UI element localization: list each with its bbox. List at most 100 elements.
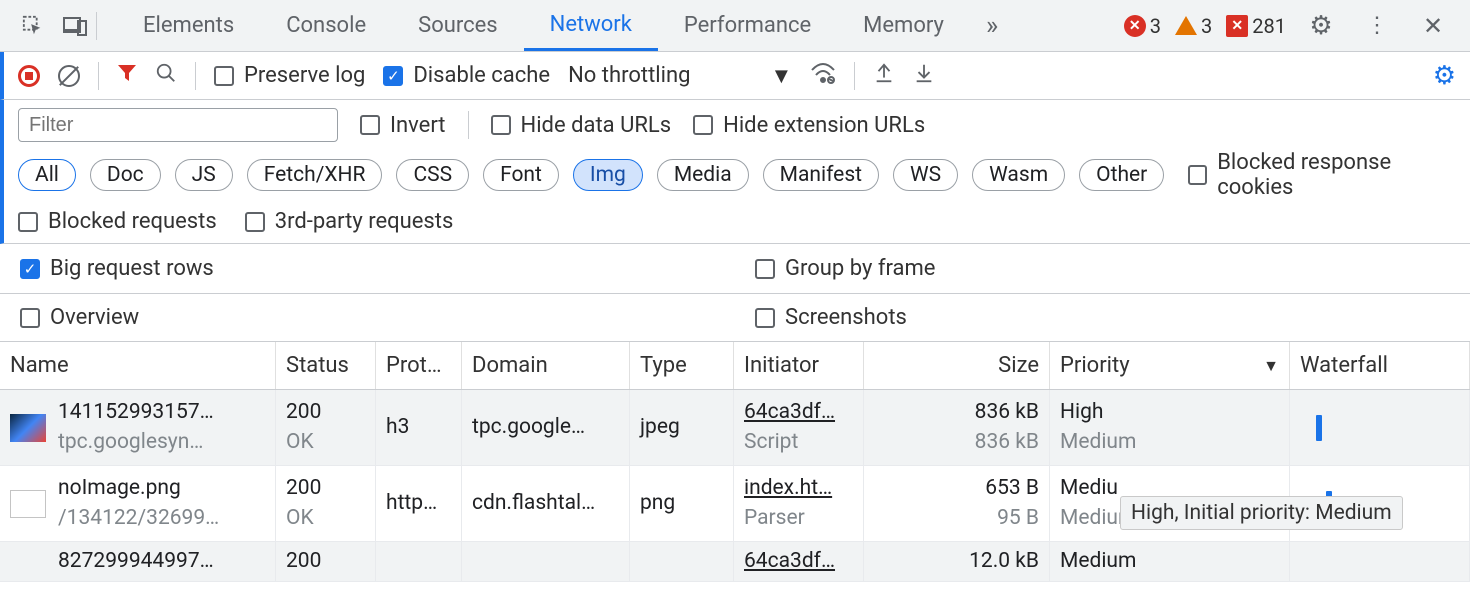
checkbox-icon: [693, 115, 713, 135]
checkbox-icon: [245, 212, 265, 232]
domain: tpc.google…: [472, 413, 619, 442]
blocked-requests-checkbox[interactable]: Blocked requests: [18, 209, 217, 234]
error-badge[interactable]: ✕ 3: [1124, 14, 1161, 38]
filter-input[interactable]: [18, 108, 338, 142]
hide-data-label: Hide data URLs: [521, 113, 672, 138]
priority: High: [1060, 398, 1279, 427]
priority: Medium: [1060, 547, 1279, 576]
filter-chip-font[interactable]: Font: [483, 159, 559, 191]
divider: [96, 12, 97, 40]
request-name: noImage.png: [58, 474, 219, 503]
kebab-menu-icon[interactable]: ⋮: [1356, 5, 1398, 47]
checkbox-checked-icon: ✓: [20, 259, 40, 279]
device-toolbar-icon[interactable]: [54, 5, 96, 47]
filter-chip-js[interactable]: JS: [175, 159, 233, 191]
inspect-element-icon[interactable]: [12, 5, 54, 47]
third-party-checkbox[interactable]: 3rd-party requests: [245, 209, 454, 234]
network-conditions-icon[interactable]: [810, 62, 836, 90]
issues-badge[interactable]: ✕ 281: [1226, 14, 1286, 38]
tab-performance[interactable]: Performance: [658, 0, 837, 51]
filter-chip-all[interactable]: All: [18, 159, 76, 191]
filter-chip-img[interactable]: Img: [573, 159, 643, 191]
export-har-icon[interactable]: [873, 62, 895, 90]
import-har-icon[interactable]: [913, 62, 935, 90]
overview-checkbox[interactable]: Overview: [20, 305, 139, 330]
checkbox-icon: [755, 308, 775, 328]
col-protocol[interactable]: Prot…: [376, 342, 462, 389]
thumbnail-icon: [10, 414, 46, 442]
warning-badge[interactable]: 3: [1175, 14, 1212, 38]
warning-icon: [1175, 16, 1197, 35]
divider: [468, 111, 469, 139]
tab-elements[interactable]: Elements: [117, 0, 260, 51]
preserve-log-label: Preserve log: [244, 63, 365, 88]
col-priority[interactable]: Priority ▼: [1050, 342, 1290, 389]
filter-chip-manifest[interactable]: Manifest: [763, 159, 879, 191]
table-header: Name Status Prot… Domain Type Initiator …: [0, 342, 1470, 390]
network-settings-icon[interactable]: ⚙: [1433, 61, 1456, 91]
col-initiator[interactable]: Initiator: [734, 342, 864, 389]
group-frame-checkbox[interactable]: Group by frame: [755, 256, 935, 281]
issues-count: 281: [1252, 14, 1286, 38]
priority-tooltip: High, Initial priority: Medium: [1120, 496, 1403, 530]
record-button[interactable]: [18, 65, 40, 87]
initiator-type: Parser: [744, 504, 853, 533]
big-rows-checkbox[interactable]: ✓ Big request rows: [20, 256, 214, 281]
table-row[interactable]: 827299944997… 200 64ca3df… 12.0 kB Mediu…: [0, 542, 1470, 582]
size-resource: 836 kB: [975, 428, 1039, 457]
filter-chip-other[interactable]: Other: [1079, 159, 1164, 191]
options-row-1: ✓ Big request rows Group by frame: [0, 244, 1470, 294]
chevron-down-icon: ▼: [770, 63, 792, 89]
disable-cache-checkbox[interactable]: ✓ Disable cache: [383, 63, 550, 88]
initiator[interactable]: 64ca3df…: [744, 398, 853, 427]
preserve-log-checkbox[interactable]: Preserve log: [214, 63, 365, 88]
disable-cache-label: Disable cache: [413, 63, 550, 88]
col-status[interactable]: Status: [276, 342, 376, 389]
col-size[interactable]: Size: [864, 342, 1050, 389]
blocked-cookies-checkbox[interactable]: Blocked response cookies: [1188, 150, 1456, 200]
initiator[interactable]: 64ca3df…: [744, 547, 853, 576]
checkbox-checked-icon: ✓: [383, 66, 403, 86]
tab-sources[interactable]: Sources: [392, 0, 524, 51]
divider: [854, 62, 855, 90]
overview-label: Overview: [50, 305, 139, 330]
initiator[interactable]: index.ht…: [744, 474, 853, 503]
third-party-label: 3rd-party requests: [275, 209, 454, 234]
filter-chip-doc[interactable]: Doc: [90, 159, 161, 191]
table-row[interactable]: 141152993157… tpc.googlesyn… 200 OK h3 t…: [0, 390, 1470, 466]
invert-checkbox[interactable]: Invert: [360, 113, 446, 138]
close-icon[interactable]: ✕: [1412, 5, 1454, 47]
col-name[interactable]: Name: [0, 342, 276, 389]
filter-chip-ws[interactable]: WS: [893, 159, 958, 191]
clear-button[interactable]: [58, 65, 80, 87]
search-icon[interactable]: [155, 62, 177, 90]
error-count: 3: [1150, 14, 1161, 38]
filter-chip-media[interactable]: Media: [657, 159, 749, 191]
tab-console[interactable]: Console: [260, 0, 392, 51]
hide-ext-urls-checkbox[interactable]: Hide extension URLs: [693, 113, 925, 138]
settings-icon[interactable]: ⚙: [1300, 5, 1342, 47]
filter-chip-fetch[interactable]: Fetch/XHR: [247, 159, 383, 191]
hide-data-urls-checkbox[interactable]: Hide data URLs: [491, 113, 672, 138]
filter-chip-wasm[interactable]: Wasm: [972, 159, 1065, 191]
table-row[interactable]: noImage.png /134122/32699… 200 OK http… …: [0, 466, 1470, 542]
sort-desc-icon: ▼: [1263, 356, 1279, 376]
thumbnail-icon: [10, 490, 46, 518]
col-waterfall[interactable]: Waterfall: [1290, 342, 1470, 389]
tab-network[interactable]: Network: [524, 0, 658, 51]
devtools-tab-strip: Elements Console Sources Network Perform…: [0, 0, 1470, 52]
tab-memory[interactable]: Memory: [837, 0, 970, 51]
domain: cdn.flashtal…: [472, 489, 619, 518]
warning-count: 3: [1201, 14, 1212, 38]
screenshots-checkbox[interactable]: Screenshots: [755, 305, 907, 330]
throttling-select[interactable]: No throttling ▼: [568, 63, 792, 89]
status-code: 200: [286, 398, 365, 427]
filter-icon[interactable]: [117, 63, 137, 89]
status-code: 200: [286, 547, 365, 576]
divider: [195, 62, 196, 90]
filter-chip-css[interactable]: CSS: [396, 159, 469, 191]
checkbox-icon: [214, 66, 234, 86]
more-tabs-icon[interactable]: »: [970, 11, 1014, 41]
col-domain[interactable]: Domain: [462, 342, 630, 389]
col-type[interactable]: Type: [630, 342, 734, 389]
